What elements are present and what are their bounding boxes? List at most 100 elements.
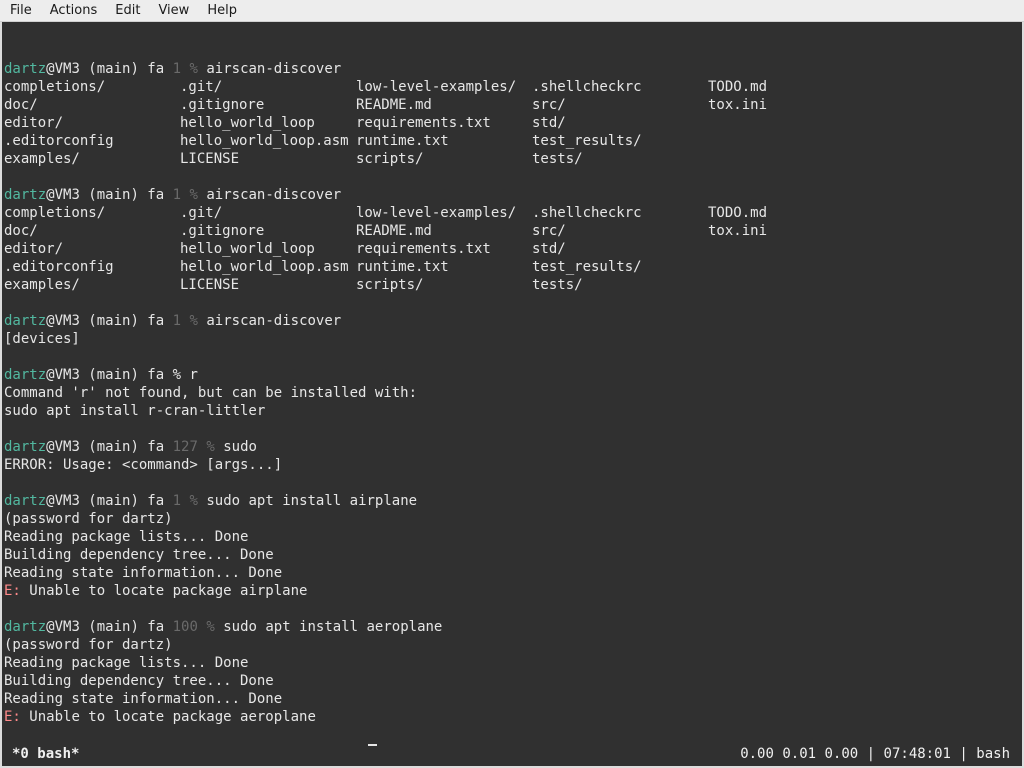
listing-row: editor/hello_world_loop requirements.txt s… [4,114,566,132]
listing-row: .editorconfig hello_world_loop.asm runtime… [4,132,642,150]
tmux-status-bar: *0 bash* 0.00 0.01 0.00 | 07:48:01 | bas… [0,746,1024,768]
listing-entry: doc/ [4,223,38,239]
prompt-symbol: % [189,187,198,203]
listing-entry: requirements.txt [356,115,491,131]
command-text: r [189,367,198,383]
listing-entry: tests/ [532,277,583,293]
menu-bar: File Actions Edit View Help [0,0,1024,22]
window-indicator[interactable]: *0 bash* [12,746,79,762]
listing-entry: TODO.md [708,79,768,95]
listing-entry: hello_world_loop.asm [180,259,349,275]
output-line: ERROR: Usage: <command> [args...] [4,457,283,473]
listing-entry: LICENSE [180,151,240,167]
listing-row: completions/ .git/low-level-examples/ .she… [4,204,767,222]
listing-entry: tox.ini [708,223,768,239]
listing-entry: editor/ [4,241,64,257]
prompt-user: dartz [4,313,47,329]
status-right: 0.00 0.01 0.00 | 07:48:01 | bash [740,746,1010,762]
listing-entry: examples/ [4,277,80,293]
listing-entry: test_results/ [532,259,642,275]
prompt-host: @VM3 (main) fa [46,187,165,203]
exit-code: 1 [172,313,182,329]
command-text: sudo apt install aeroplane [223,619,443,635]
listing-entry: TODO.md [708,205,768,221]
command-text: airscan-discover [206,313,342,329]
load-average: 0.00 0.01 0.00 [740,746,859,762]
prompt-user: dartz [4,619,47,635]
terminal-area[interactable]: dartz@VM3 (main) fa 1 % airscan-discover… [0,22,1024,746]
listing-entry: runtime.txt [356,133,449,149]
menu-view[interactable]: View [148,0,197,22]
prompt-user: dartz [4,367,47,383]
prompt-host: @VM3 (main) fa [46,439,165,455]
error-line: E: Unable to locate package airplane [4,582,442,600]
listing-row: examples/LICENSE scripts/tests/ [4,276,583,294]
error-line: E: Unable to locate package aeroplane [4,708,442,726]
listing-entry: scripts/ [356,151,424,167]
output-line: Building dependency tree... Done [4,673,274,689]
listing-entry: README.md [356,223,432,239]
command-text: sudo [223,439,257,455]
menu-actions[interactable]: Actions [40,0,106,22]
prompt-symbol: % [189,61,198,77]
prompt-symbol: % [206,619,215,635]
terminal-output: dartz@VM3 (main) fa 1 % airscan-discover… [4,42,767,746]
status-separator: | [959,746,968,762]
menu-help[interactable]: Help [197,0,245,22]
prompt-symbol: % [189,493,198,509]
output-line: [devices] [4,331,80,347]
exit-code: 100 [172,619,198,635]
listing-row: doc/ .gitignore README.md src/tox.ini [4,222,767,240]
prompt-line: dartz@VM3 (main) fa 1 % airscan-discover [4,60,442,78]
menu-edit[interactable]: Edit [105,0,148,22]
listing-row: editor/hello_world_loop requirements.txt s… [4,240,566,258]
listing-entry: test_results/ [532,133,642,149]
command-text: airscan-discover [206,187,342,203]
listing-entry: completions/ [4,79,106,95]
prompt-user: dartz [4,439,47,455]
prompt-line: dartz@VM3 (main) fa % r [4,366,442,384]
listing-entry: scripts/ [356,277,424,293]
error-prefix: E: [4,709,21,725]
output-line: (password for dartz) [4,637,173,653]
exit-code: 1 [172,493,182,509]
listing-entry: examples/ [4,151,80,167]
prompt-symbol: % [206,439,215,455]
session-name: bash [976,746,1010,762]
error-message: Unable to locate package airplane [29,583,308,599]
status-separator: | [866,746,876,762]
prompt-symbol: % [172,367,182,383]
prompt-user: dartz [4,493,47,509]
prompt-symbol: % [189,313,198,329]
prompt-user: dartz [4,187,47,203]
exit-code: 1 [172,61,182,77]
listing-entry: .editorconfig [4,259,114,275]
listing-entry: .gitignore [180,223,265,239]
listing-entry: .shellcheckrc [532,205,642,221]
listing-entry: .shellcheckrc [532,79,642,95]
clock: 07:48:01 [883,746,951,762]
listing-entry: LICENSE [180,277,240,293]
prompt-line: dartz@VM3 (main) fa 1 % airscan-discover [4,186,442,204]
output-line: Reading package lists... Done [4,529,249,545]
error-prefix: E: [4,583,21,599]
listing-entry: tests/ [532,151,583,167]
listing-entry: tox.ini [708,97,768,113]
listing-entry: hello_world_loop.asm [180,133,349,149]
menu-file[interactable]: File [0,0,40,22]
listing-entry: std/ [532,241,566,257]
prompt-host: @VM3 (main) fa [46,61,165,77]
listing-row: completions/ .git/low-level-examples/ .she… [4,78,767,96]
prompt-line: dartz@VM3 (main) fa 1 % airscan-discover [4,312,442,330]
output-line: sudo apt install r-cran-littler [4,403,266,419]
listing-entry: low-level-examples/ [356,79,517,95]
prompt-user: dartz [4,61,47,77]
listing-entry: hello_world_loop [180,115,315,131]
